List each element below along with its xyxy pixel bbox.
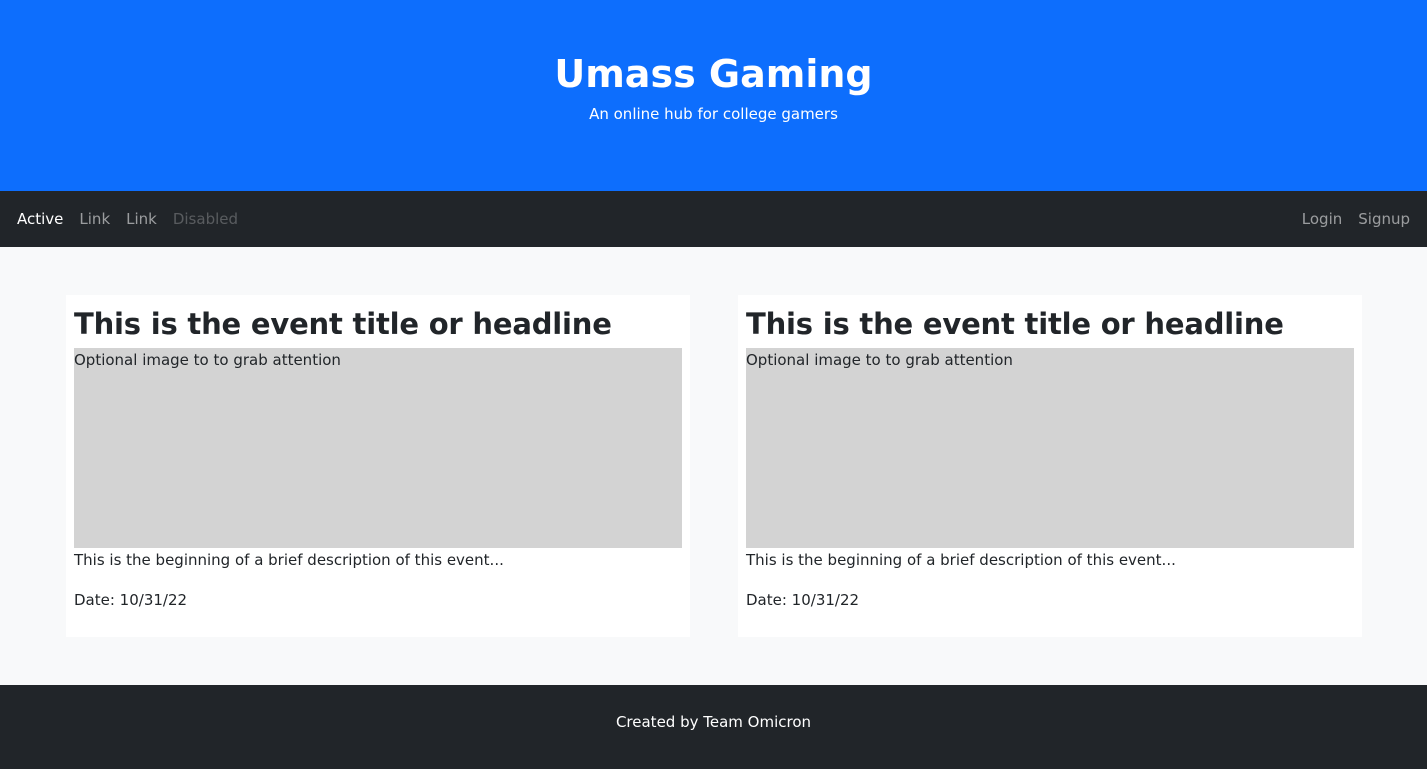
nav-link-1[interactable]: Link — [71, 202, 118, 236]
event-image-placeholder: Optional image to to grab attention — [74, 348, 682, 548]
event-title: This is the event title or headline — [74, 307, 612, 341]
hero-banner: Umass Gaming An online hub for college g… — [0, 0, 1427, 191]
event-image-placeholder: Optional image to to grab attention — [746, 348, 1354, 548]
event-description: This is the beginning of a brief descrip… — [746, 551, 1176, 569]
site-footer: Created by Team Omicron — [0, 685, 1427, 769]
event-title: This is the event title or headline — [746, 307, 1284, 341]
event-card[interactable]: This is the event title or headline Opti… — [66, 295, 690, 637]
login-link[interactable]: Login — [1294, 202, 1350, 236]
site-tagline: An online hub for college gamers — [589, 105, 838, 123]
nav-link-active[interactable]: Active — [9, 202, 71, 236]
event-date: Date: 10/31/22 — [746, 591, 860, 609]
nav-right-group: Login Signup — [1294, 202, 1418, 236]
event-date: Date: 10/31/22 — [74, 591, 188, 609]
main-navbar: Active Link Link Disabled Login Signup — [0, 191, 1427, 247]
footer-credit: Created by Team Omicron — [615, 713, 812, 731]
event-card[interactable]: This is the event title or headline Opti… — [738, 295, 1362, 637]
event-description: This is the beginning of a brief descrip… — [74, 551, 504, 569]
site-title: Umass Gaming — [554, 52, 873, 96]
events-section: This is the event title or headline Opti… — [0, 247, 1427, 685]
nav-link-disabled: Disabled — [172, 210, 239, 228]
nav-left-group: Active Link Link Disabled — [9, 202, 246, 236]
nav-link-2[interactable]: Link — [118, 202, 165, 236]
signup-link[interactable]: Signup — [1350, 202, 1418, 236]
